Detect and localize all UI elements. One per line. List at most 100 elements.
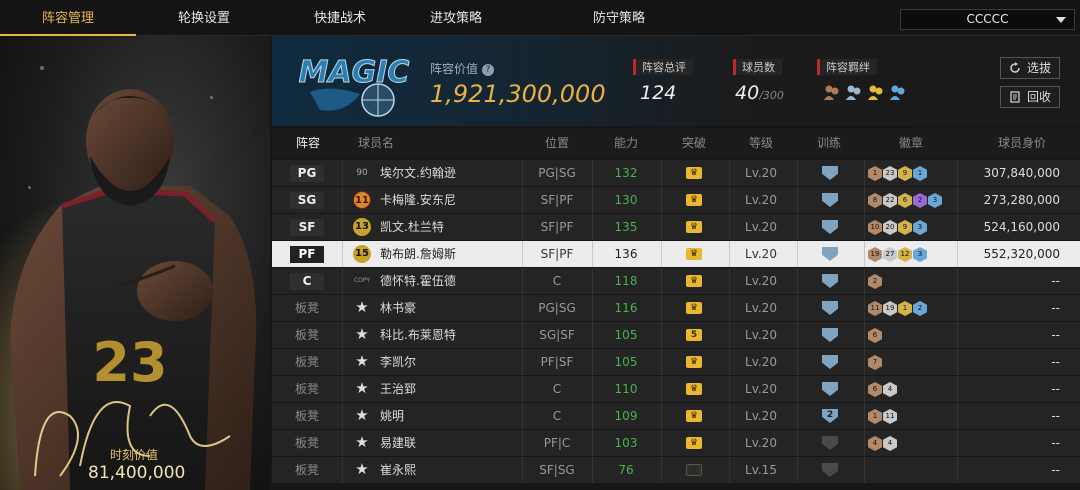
badge-hex-icon[interactable]: 8: [868, 193, 882, 208]
player-name[interactable]: 卡梅隆.安东尼: [380, 187, 456, 213]
badge-hex-icon[interactable]: 4: [883, 436, 897, 451]
bond-silver-icon[interactable]: [845, 83, 863, 101]
table-row[interactable]: PF 15 勒布朗.詹姆斯 SF|PF 136 ♛ Lv.20 19 27 12 3 552,320,…: [272, 241, 1080, 267]
badge-hex-icon[interactable]: 3: [928, 193, 942, 208]
recycle-button[interactable]: 回收: [1000, 86, 1060, 108]
badge-hex-icon[interactable]: 2: [913, 301, 927, 316]
training-shield-icon[interactable]: 2: [822, 409, 838, 423]
breakthrough-crown-icon[interactable]: 5: [686, 329, 702, 341]
table-row[interactable]: C COPY 德怀特.霍伍德 C 118 ♛ Lv.20 2 --: [272, 268, 1080, 294]
breakthrough-crown-icon[interactable]: ♛: [686, 194, 702, 206]
badge-hex-icon[interactable]: 19: [868, 247, 882, 262]
table-row[interactable]: SG 11 卡梅隆.安东尼 SF|PF 130 ♛ Lv.20 8 22 6 2 3 273,280,0…: [272, 187, 1080, 213]
badge-hex-icon[interactable]: 27: [883, 247, 897, 262]
breakthrough-crown-icon[interactable]: ♛: [686, 410, 702, 422]
training-shield-icon[interactable]: [822, 328, 838, 342]
player-name[interactable]: 李凯尔: [380, 349, 416, 375]
col-ability[interactable]: 能力: [596, 128, 656, 159]
player-name[interactable]: 科比.布莱恩特: [380, 322, 456, 348]
badge-hex-icon[interactable]: 23: [883, 166, 897, 181]
badge-hex-icon[interactable]: 7: [868, 355, 882, 370]
player-name[interactable]: 凯文.杜兰特: [380, 214, 444, 240]
training-shield-icon[interactable]: [822, 193, 838, 207]
tab-lineup[interactable]: 阵容管理: [0, 0, 136, 36]
training-shield-icon[interactable]: [822, 247, 838, 261]
badge-hex-icon[interactable]: 9: [898, 166, 912, 181]
breakthrough-crown-icon[interactable]: ♛: [686, 356, 702, 368]
table-row[interactable]: 板凳 ★ 李凯尔 PF|SF 105 ♛ Lv.20 7 --: [272, 349, 1080, 375]
player-name[interactable]: 易建联: [380, 430, 416, 456]
training-shield-icon[interactable]: [822, 301, 838, 315]
breakthrough-crown-icon[interactable]: ♛: [686, 248, 702, 260]
training-shield-icon[interactable]: [822, 220, 838, 234]
training-shield-icon[interactable]: [822, 166, 838, 180]
col-breakthrough[interactable]: 突破: [664, 128, 724, 159]
table-row[interactable]: 板凳 ★ 易建联 PF|C 103 ♛ Lv.20 4 4 --: [272, 430, 1080, 456]
tab-defense[interactable]: 防守策略: [551, 0, 687, 36]
badge-hex-icon[interactable]: 4: [883, 382, 897, 397]
table-row[interactable]: 板凳 ★ 林书豪 PG|SG 116 ♛ Lv.20 11 19 1 2 --: [272, 295, 1080, 321]
badge-hex-icon[interactable]: 1: [898, 301, 912, 316]
player-name[interactable]: 林书豪: [380, 295, 416, 321]
badge-hex-icon[interactable]: 2: [913, 193, 927, 208]
badge-hex-icon[interactable]: 4: [868, 436, 882, 451]
badge-hex-icon[interactable]: 1: [913, 166, 927, 181]
select-player-button[interactable]: 选拔: [1000, 57, 1060, 79]
tab-offense[interactable]: 进攻策略: [388, 0, 524, 36]
badge-hex-icon[interactable]: 1: [868, 409, 882, 424]
tab-rotation[interactable]: 轮换设置: [136, 0, 272, 36]
col-player-value[interactable]: 球员身价: [972, 128, 1072, 159]
col-player-name[interactable]: 球员名: [354, 128, 398, 159]
badge-hex-icon[interactable]: 9: [898, 220, 912, 235]
col-training[interactable]: 训练: [799, 128, 859, 159]
training-shield-icon[interactable]: [822, 274, 838, 288]
bond-bronze-icon[interactable]: [823, 83, 841, 101]
badge-hex-icon[interactable]: 6: [898, 193, 912, 208]
badge-hex-icon[interactable]: 2: [868, 274, 882, 289]
table-row[interactable]: PG 90 埃尔文.约翰逊 PG|SG 132 ♛ Lv.20 1 23 9 1 307,840,00…: [272, 160, 1080, 186]
training-shield-icon[interactable]: [822, 355, 838, 369]
featured-player-card[interactable]: 23 时刻价值 81,400,000: [0, 36, 270, 490]
badge-hex-icon[interactable]: 3: [913, 247, 927, 262]
badge-hex-icon[interactable]: 6: [868, 382, 882, 397]
col-level[interactable]: 等级: [731, 128, 791, 159]
badge-hex-icon[interactable]: 12: [898, 247, 912, 262]
training-shield-icon[interactable]: [822, 382, 838, 396]
help-icon[interactable]: ?: [482, 64, 495, 76]
badge-hex-icon[interactable]: 11: [868, 301, 882, 316]
player-name[interactable]: 姚明: [380, 403, 404, 429]
table-row[interactable]: 板凳 ★ 崔永熙 SF|SG 76 ♛ Lv.15 --: [272, 457, 1080, 483]
training-shield-icon[interactable]: [822, 436, 838, 450]
player-name[interactable]: 埃尔文.约翰逊: [380, 160, 456, 186]
breakthrough-crown-icon[interactable]: ♛: [686, 437, 702, 449]
table-row[interactable]: 板凳 ★ 科比.布莱恩特 SG|SF 105 5 Lv.20 6 --: [272, 322, 1080, 348]
table-row[interactable]: SF 13 凯文.杜兰特 SF|PF 135 ♛ Lv.20 10 20 9 3 524,160,00…: [272, 214, 1080, 240]
breakthrough-crown-icon[interactable]: ♛: [686, 383, 702, 395]
player-name[interactable]: 崔永熙: [380, 457, 416, 483]
breakthrough-crown-icon[interactable]: ♛: [686, 167, 702, 179]
player-name[interactable]: 王治郅: [380, 376, 416, 402]
badge-hex-icon[interactable]: 19: [883, 301, 897, 316]
col-position[interactable]: 位置: [522, 128, 592, 159]
col-lineup[interactable]: 阵容: [286, 128, 330, 159]
player-name[interactable]: 勒布朗.詹姆斯: [380, 241, 456, 267]
col-badges[interactable]: 徽章: [866, 128, 956, 159]
bond-gold-icon[interactable]: [867, 83, 885, 101]
breakthrough-crown-icon[interactable]: ♛: [686, 275, 702, 287]
badge-hex-icon[interactable]: 6: [868, 328, 882, 343]
breakthrough-crown-icon[interactable]: ♛: [686, 464, 702, 476]
bond-blue-icon[interactable]: [889, 83, 907, 101]
table-row[interactable]: 板凳 ★ 姚明 C 109 ♛ Lv.20 2 1 11 --: [272, 403, 1080, 429]
breakthrough-crown-icon[interactable]: ♛: [686, 302, 702, 314]
team-select-dropdown[interactable]: CCCCC: [900, 9, 1075, 30]
badge-hex-icon[interactable]: 10: [868, 220, 882, 235]
training-shield-icon[interactable]: [822, 463, 838, 477]
badge-hex-icon[interactable]: 3: [913, 220, 927, 235]
breakthrough-crown-icon[interactable]: ♛: [686, 221, 702, 233]
badge-hex-icon[interactable]: 1: [868, 166, 882, 181]
badge-hex-icon[interactable]: 20: [883, 220, 897, 235]
player-name[interactable]: 德怀特.霍伍德: [380, 268, 456, 294]
badge-hex-icon[interactable]: 11: [883, 409, 897, 424]
table-row[interactable]: 板凳 ★ 王治郅 C 110 ♛ Lv.20 6 4 --: [272, 376, 1080, 402]
badge-hex-icon[interactable]: 22: [883, 193, 897, 208]
